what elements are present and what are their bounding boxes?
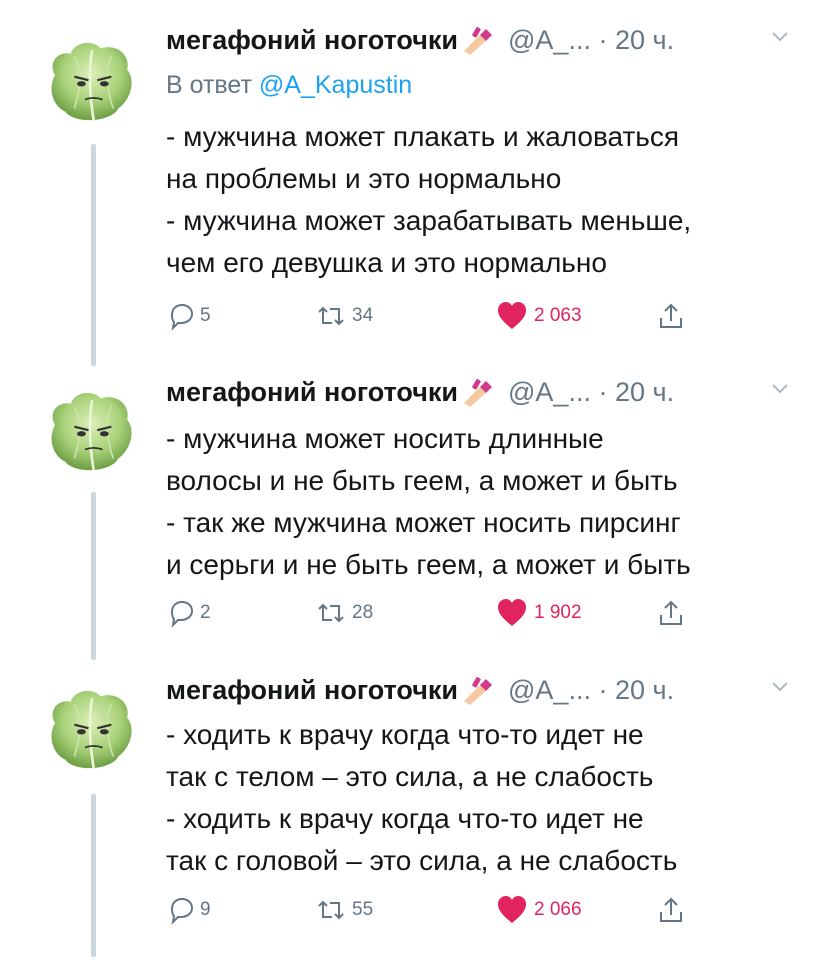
chevron-down-icon[interactable] bbox=[770, 30, 790, 44]
reply-context: В ответ @A_Kapustin bbox=[166, 68, 412, 102]
avatar[interactable] bbox=[48, 686, 136, 774]
tweet-header: мегафоний ноготочки @А_... · 20 ч. bbox=[166, 374, 674, 410]
like-button[interactable]: 2 063 bbox=[496, 301, 582, 331]
thread-line bbox=[91, 144, 96, 366]
heart-icon bbox=[496, 598, 528, 628]
tweet-actions: 9 55 2 066 bbox=[166, 895, 726, 925]
like-button[interactable]: 1 902 bbox=[496, 598, 582, 628]
author-handle[interactable]: @А_... bbox=[508, 675, 591, 705]
reply-prefix: В ответ bbox=[166, 71, 252, 99]
share-button[interactable] bbox=[656, 895, 686, 925]
retweet-icon bbox=[314, 301, 348, 331]
tweet-3[interactable]: мегафоний ноготочки @А_... · 20 ч. - ходи… bbox=[0, 650, 827, 970]
share-button[interactable] bbox=[656, 301, 686, 331]
tweet-text: - ходить к врачу когда что-то идет не та… bbox=[166, 719, 678, 876]
tweet-header: мегафоний ноготочки @А_... · 20 ч. bbox=[166, 22, 674, 58]
like-button[interactable]: 2 066 bbox=[496, 895, 582, 925]
thread-line bbox=[91, 492, 96, 660]
speech-bubble-icon bbox=[166, 301, 196, 331]
heart-icon bbox=[496, 301, 528, 331]
retweet-count: 55 bbox=[352, 899, 374, 920]
author-name[interactable]: мегафоний ноготочки bbox=[166, 377, 458, 407]
tweet-2[interactable]: мегафоний ноготочки @А_... · 20 ч. - мужч… bbox=[0, 352, 827, 672]
share-icon bbox=[656, 598, 686, 628]
retweet-icon bbox=[314, 598, 348, 628]
avatar[interactable] bbox=[48, 388, 136, 476]
author-name[interactable]: мегафоний ноготочки bbox=[166, 25, 458, 55]
nail-polish-icon bbox=[460, 377, 494, 407]
tweet-time[interactable]: · 20 ч. bbox=[598, 377, 674, 407]
tweet-actions: 2 28 1 902 bbox=[166, 598, 726, 628]
tweet-time[interactable]: · 20 ч. bbox=[598, 675, 674, 705]
tweet-text: - мужчина может носить длинные волосы и … bbox=[166, 423, 691, 580]
author-handle[interactable]: @А_... bbox=[508, 377, 591, 407]
tweet-text: - мужчина может плакать и жаловаться на … bbox=[166, 121, 692, 278]
reply-count: 9 bbox=[200, 899, 211, 920]
avatar[interactable] bbox=[48, 38, 136, 126]
nail-polish-icon bbox=[460, 675, 494, 705]
retweet-button[interactable]: 28 bbox=[314, 598, 373, 628]
tweet-actions: 5 34 2 063 bbox=[166, 301, 726, 331]
speech-bubble-icon bbox=[166, 895, 196, 925]
speech-bubble-icon bbox=[166, 598, 196, 628]
retweet-icon bbox=[314, 895, 348, 925]
retweet-count: 34 bbox=[352, 305, 374, 326]
heart-icon bbox=[496, 895, 528, 925]
author-handle[interactable]: @А_... bbox=[508, 25, 591, 55]
author-name[interactable]: мегафоний ноготочки bbox=[166, 675, 458, 705]
thread-line bbox=[91, 794, 96, 957]
reply-button[interactable]: 2 bbox=[166, 598, 211, 628]
reply-count: 2 bbox=[200, 602, 211, 623]
share-icon bbox=[656, 895, 686, 925]
share-icon bbox=[656, 301, 686, 331]
tweet-header: мегафоний ноготочки @А_... · 20 ч. bbox=[166, 672, 674, 708]
reply-button[interactable]: 9 bbox=[166, 895, 211, 925]
tweet-1[interactable]: мегафоний ноготочки @А_... · 20 ч. В отве… bbox=[0, 0, 827, 366]
share-button[interactable] bbox=[656, 598, 686, 628]
chevron-down-icon[interactable] bbox=[770, 680, 790, 694]
like-count: 1 902 bbox=[534, 602, 582, 623]
retweet-button[interactable]: 55 bbox=[314, 895, 373, 925]
retweet-count: 28 bbox=[352, 602, 374, 623]
like-count: 2 066 bbox=[534, 899, 582, 920]
tweet-time[interactable]: · 20 ч. bbox=[598, 25, 674, 55]
retweet-button[interactable]: 34 bbox=[314, 301, 373, 331]
chevron-down-icon[interactable] bbox=[770, 382, 790, 396]
reply-count: 5 bbox=[200, 305, 211, 326]
reply-handle-link[interactable]: @A_Kapustin bbox=[259, 71, 412, 99]
nail-polish-icon bbox=[460, 25, 494, 55]
reply-button[interactable]: 5 bbox=[166, 301, 211, 331]
like-count: 2 063 bbox=[534, 305, 582, 326]
